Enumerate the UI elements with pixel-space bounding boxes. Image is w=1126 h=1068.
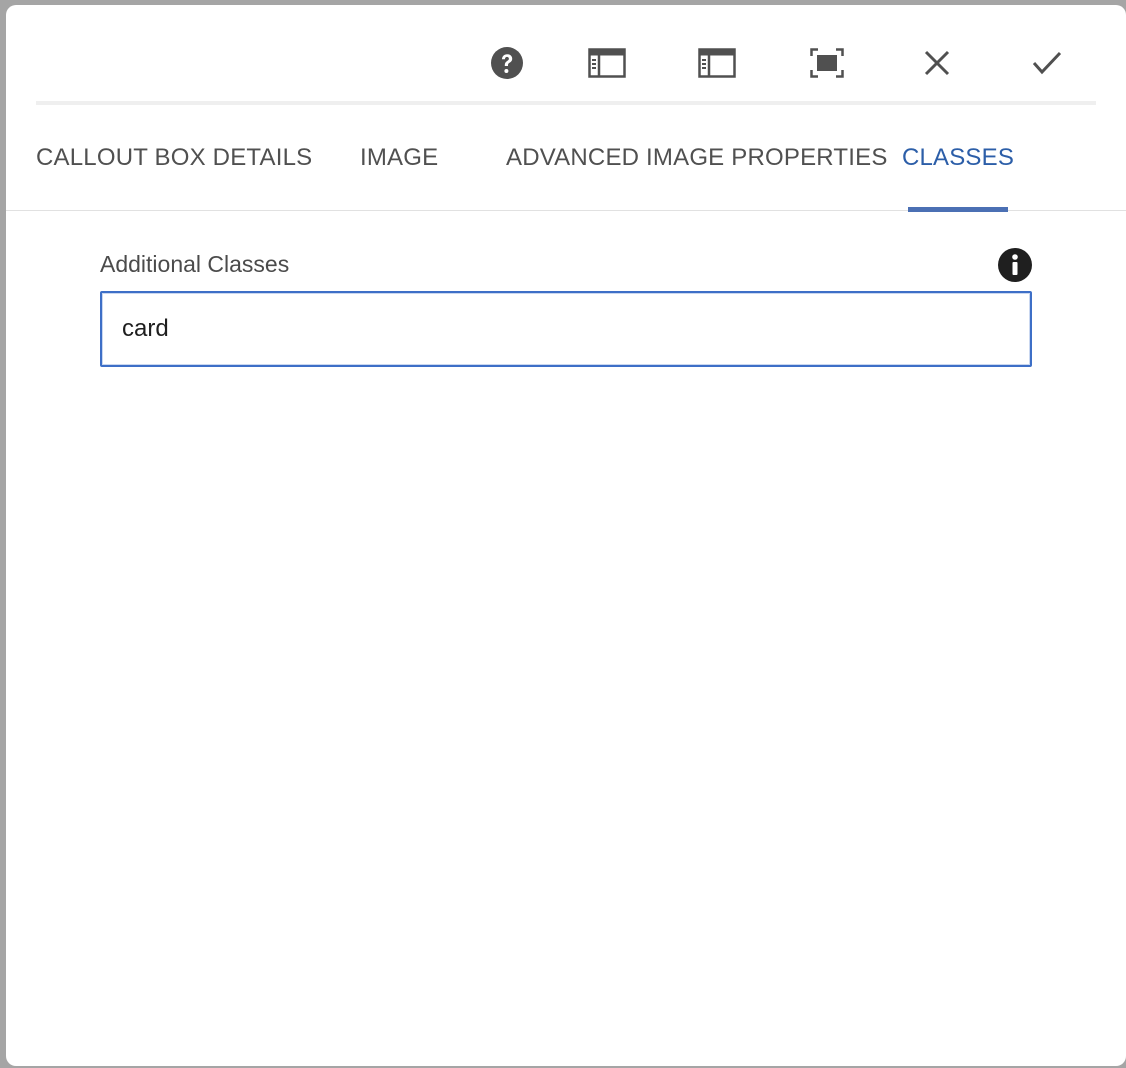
additional-classes-label: Additional Classes xyxy=(100,251,290,277)
dialog: CALLOUT BOX DETAILS IMAGE ADVANCED IMAGE… xyxy=(6,5,1126,1066)
checkmark-icon xyxy=(1032,51,1062,75)
tab-image[interactable]: IMAGE xyxy=(360,105,438,211)
toggle-side-panel-button[interactable] xyxy=(585,41,629,85)
close-icon xyxy=(924,50,950,76)
dialog-toolbar xyxy=(6,5,1126,105)
tab-bar: CALLOUT BOX DETAILS IMAGE ADVANCED IMAGE… xyxy=(6,105,1126,212)
side-panel-icon xyxy=(588,48,626,78)
toggle-side-panel-alt-button[interactable] xyxy=(695,41,739,85)
help-button[interactable] xyxy=(485,41,529,85)
info-icon[interactable] xyxy=(997,247,1033,283)
additional-classes-input[interactable] xyxy=(100,291,1032,367)
help-circle-icon xyxy=(491,47,523,79)
fullscreen-icon xyxy=(810,48,844,78)
tab-callout-box-details[interactable]: CALLOUT BOX DETAILS xyxy=(36,105,312,211)
fullscreen-button[interactable] xyxy=(805,41,849,85)
cancel-button[interactable] xyxy=(915,41,959,85)
tab-classes[interactable]: CLASSES xyxy=(902,105,1014,212)
done-button[interactable] xyxy=(1025,41,1069,85)
tab-advanced-image-properties[interactable]: ADVANCED IMAGE PROPERTIES xyxy=(506,105,888,211)
side-panel-icon xyxy=(698,48,736,78)
